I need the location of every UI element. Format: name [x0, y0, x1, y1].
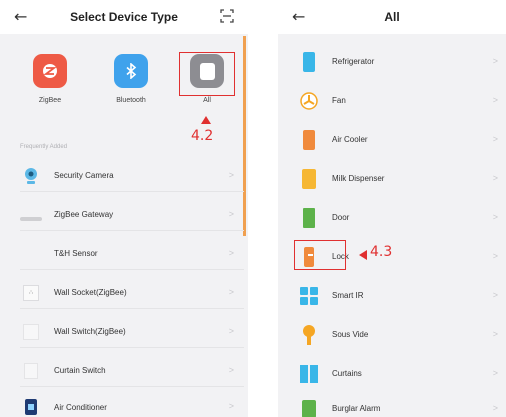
device-row-air-cooler[interactable]: Air Cooler > [300, 120, 506, 159]
device-row-fan[interactable]: Fan > [300, 81, 506, 120]
chevron-right-icon: > [228, 287, 234, 297]
device-row-curtains[interactable]: Curtains > [300, 354, 506, 393]
device-label: T&H Sensor [54, 249, 98, 258]
chevron-right-icon: > [492, 251, 498, 261]
device-label: Curtains [332, 369, 362, 378]
chevron-right-icon: > [492, 134, 498, 144]
device-label: Milk Dispenser [332, 174, 385, 183]
chevron-right-icon: > [228, 170, 234, 180]
device-label: Refrigerator [332, 57, 375, 66]
chevron-right-icon: > [228, 326, 234, 336]
wall-switch-icon [20, 323, 42, 341]
device-label: ZigBee Gateway [54, 210, 114, 219]
device-row-curtain-switch[interactable]: Curtain Switch > [20, 355, 244, 387]
category-bluetooth[interactable]: Bluetooth [101, 54, 161, 104]
chevron-right-icon: > [492, 95, 498, 105]
device-label: Curtain Switch [54, 366, 106, 375]
door-icon [300, 207, 318, 229]
refrigerator-icon [300, 51, 318, 73]
bluetooth-icon [114, 54, 148, 88]
chevron-right-icon: > [228, 248, 234, 258]
device-label: Wall Socket(ZigBee) [54, 288, 127, 297]
device-label: Burglar Alarm [332, 404, 381, 413]
chevron-right-icon: > [228, 401, 234, 411]
top-bar: ← Select Device Type [0, 0, 248, 34]
device-row-air-conditioner[interactable]: Air Conditioner > [20, 391, 244, 417]
device-row-refrigerator[interactable]: Refrigerator > [300, 42, 506, 81]
device-row-burglar-alarm[interactable]: Burglar Alarm > [300, 389, 506, 417]
device-label: Security Camera [54, 171, 114, 180]
step-label: 4.2 [191, 128, 214, 144]
device-row-milk-dispenser[interactable]: Milk Dispenser > [300, 159, 506, 198]
device-row-security-camera[interactable]: Security Camera > [20, 160, 244, 192]
page-title: All [384, 10, 400, 24]
device-label: Fan [332, 96, 346, 105]
curtains-icon [300, 363, 318, 385]
top-bar: ← All [278, 0, 506, 34]
sous-vide-icon [300, 324, 318, 346]
category-label: ZigBee [38, 97, 62, 104]
zigbee-gateway-icon [20, 206, 42, 224]
security-camera-icon [20, 167, 42, 185]
chevron-right-icon: > [492, 212, 498, 222]
highlight-box-lock [294, 240, 346, 270]
device-row-door[interactable]: Door > [300, 198, 506, 237]
category-label: All [203, 97, 211, 104]
smart-ir-icon [300, 285, 318, 307]
chevron-right-icon: > [228, 209, 234, 219]
select-device-type-screen: ← Select Device Type ZigBee Bluetooth Al… [0, 0, 248, 417]
page-title: Select Device Type [70, 10, 178, 24]
device-row-wall-switch[interactable]: Wall Switch(ZigBee) > [20, 316, 244, 348]
device-label: Door [332, 213, 350, 222]
chevron-right-icon: > [492, 173, 498, 183]
chevron-right-icon: > [492, 290, 498, 300]
device-label: Air Cooler [332, 135, 368, 144]
device-row-zigbee-gateway[interactable]: ZigBee Gateway > [20, 199, 244, 231]
chevron-right-icon: > [492, 56, 498, 66]
category-label: Bluetooth [116, 97, 146, 104]
category-zigbee[interactable]: ZigBee [20, 54, 80, 104]
curtain-switch-icon [20, 362, 42, 380]
air-conditioner-icon [20, 398, 42, 416]
device-label: Wall Switch(ZigBee) [54, 327, 126, 336]
chevron-right-icon: > [228, 365, 234, 375]
all-devices-screen: ← All Refrigerator > Fan > Air Cooler > … [278, 0, 506, 417]
wall-socket-icon: ∴ [20, 284, 42, 302]
device-row-smart-ir[interactable]: Smart IR > [300, 276, 506, 315]
section-heading: Frequently Added [20, 144, 68, 150]
device-label: Air Conditioner [54, 402, 107, 412]
chevron-right-icon: > [492, 403, 498, 413]
device-row-th-sensor[interactable]: T&H Sensor > [20, 238, 244, 270]
device-label: Sous Vide [332, 330, 369, 339]
scan-icon[interactable] [220, 9, 234, 23]
burglar-alarm-icon [300, 398, 318, 417]
pointer-up-icon [201, 116, 211, 124]
device-label: Smart IR [332, 291, 364, 300]
chevron-right-icon: > [492, 368, 498, 378]
milk-dispenser-icon [300, 168, 318, 190]
chevron-right-icon: > [492, 329, 498, 339]
fan-icon [300, 90, 318, 112]
air-cooler-icon [300, 129, 318, 151]
device-row-sous-vide[interactable]: Sous Vide > [300, 315, 506, 354]
pointer-left-icon [359, 250, 367, 260]
device-row-wall-socket[interactable]: ∴ Wall Socket(ZigBee) > [20, 277, 244, 309]
step-label: 4.3 [370, 244, 393, 260]
th-sensor-icon [20, 245, 42, 263]
highlight-box-all [179, 52, 235, 96]
zigbee-icon [33, 54, 67, 88]
